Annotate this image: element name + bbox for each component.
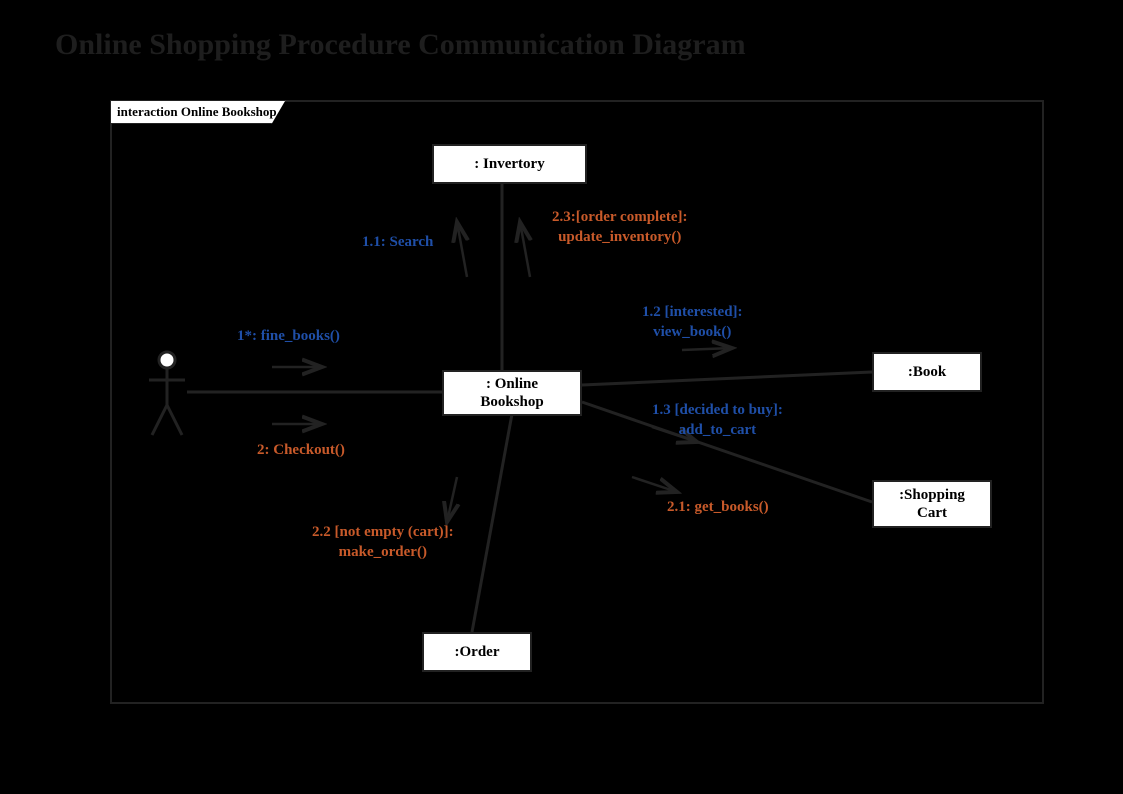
- msg-2-checkout: 2: Checkout(): [257, 440, 345, 460]
- frame-label: interaction Online Bookshop: [110, 100, 286, 124]
- msg-1-3-add-to-cart: 1.3 [decided to buy]: add_to_cart: [652, 400, 783, 441]
- node-order: :Order: [422, 632, 532, 672]
- diagram-frame: interaction Online Bookshop: [110, 100, 1044, 704]
- node-online-bookshop: : Online Bookshop: [442, 370, 582, 416]
- actor-icon: [147, 350, 187, 440]
- node-inventory: : Invertory: [432, 144, 587, 184]
- msg-2-1-get-books: 2.1: get_books(): [667, 497, 769, 517]
- msg-1-1-search: 1.1: Search: [362, 232, 433, 252]
- msg-1-fine-books: 1*: fine_books(): [237, 326, 340, 346]
- node-book: :Book: [872, 352, 982, 392]
- page-title: Online Shopping Procedure Communication …: [55, 28, 746, 62]
- msg-2-3-update-inventory: 2.3:[order complete]: update_inventory(): [552, 207, 688, 248]
- msg-2-2-make-order: 2.2 [not empty (cart)]: make_order(): [312, 522, 454, 563]
- msg-1-2-view-book: 1.2 [interested]: view_book(): [642, 302, 743, 343]
- node-shopping-cart: :Shopping Cart: [872, 480, 992, 528]
